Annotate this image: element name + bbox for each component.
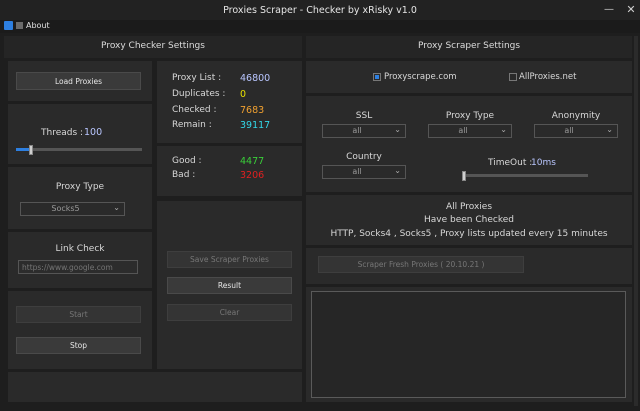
window-title: Proxies Scraper - Checker by xRisky v1.0 bbox=[223, 5, 417, 16]
checker-header-panel: Proxy Checker Settings bbox=[4, 36, 302, 58]
country-label: Country bbox=[346, 152, 382, 162]
timeout-label: TimeOut : bbox=[488, 158, 533, 168]
scraper-header-panel: Proxy Scraper Settings bbox=[306, 36, 632, 58]
scraper-proxy-type-select[interactable]: all ⌄ bbox=[428, 124, 512, 138]
proxy-type-select[interactable]: Socks5 ⌄ bbox=[20, 202, 125, 216]
good-value: 4477 bbox=[240, 156, 265, 167]
chevron-down-icon: ⌄ bbox=[500, 125, 507, 134]
scrape-section: Scraper Fresh Proxies ( 20.10.21 ) bbox=[306, 248, 632, 284]
proxy-type-label: Proxy Type bbox=[55, 182, 105, 192]
bad-value: 3206 bbox=[240, 170, 265, 181]
country-value: all bbox=[352, 167, 362, 176]
output-section bbox=[306, 287, 632, 402]
timeout-slider[interactable] bbox=[462, 174, 588, 177]
menu-about[interactable]: About bbox=[26, 21, 50, 30]
timeout-slider-thumb[interactable] bbox=[462, 171, 466, 181]
country-select[interactable]: all ⌄ bbox=[322, 165, 406, 179]
threads-slider[interactable] bbox=[16, 148, 142, 151]
save-scraper-proxies-button[interactable]: Save Scraper Proxies bbox=[167, 251, 292, 268]
close-icon[interactable]: ✕ bbox=[618, 0, 640, 20]
link-check-label: Link Check bbox=[55, 244, 105, 254]
checked-value: 7683 bbox=[240, 105, 265, 116]
proxy-list-label: Proxy List : bbox=[172, 73, 222, 83]
stop-button[interactable]: Stop bbox=[16, 337, 141, 354]
proxyscrape-checkbox[interactable] bbox=[373, 73, 381, 81]
proxy-type-value: Socks5 bbox=[51, 204, 80, 213]
filters-section: SSL all ⌄ Proxy Type all ⌄ Anonymity all… bbox=[306, 96, 632, 192]
about-icon[interactable] bbox=[16, 22, 23, 29]
info-section: All Proxies Have been Checked HTTP, Sock… bbox=[306, 195, 632, 245]
remain-value: 39117 bbox=[240, 120, 271, 131]
start-stop-section: Start Stop bbox=[8, 291, 152, 369]
threads-value: 100 bbox=[84, 127, 103, 138]
chevron-down-icon: ⌄ bbox=[606, 125, 613, 134]
link-check-section: Link Check bbox=[8, 232, 152, 288]
ssl-value: all bbox=[352, 126, 362, 135]
info-line-2: Have been Checked bbox=[424, 215, 514, 225]
start-button[interactable]: Start bbox=[16, 306, 141, 323]
proxy-type-section: Proxy Type Socks5 ⌄ bbox=[8, 167, 152, 229]
info-line-1: All Proxies bbox=[445, 202, 493, 212]
good-bad-section: Good : 4477 Bad : 3206 bbox=[157, 146, 302, 196]
threads-section: Threads : 100 bbox=[8, 104, 152, 164]
ssl-select[interactable]: all ⌄ bbox=[322, 124, 406, 138]
chevron-down-icon: ⌄ bbox=[394, 166, 401, 175]
duplicates-value: 0 bbox=[240, 89, 247, 100]
clear-button[interactable]: Clear bbox=[167, 304, 292, 321]
app-icon bbox=[4, 21, 13, 30]
menu-bar: About bbox=[0, 20, 640, 33]
anonymity-select[interactable]: all ⌄ bbox=[534, 124, 618, 138]
threads-label: Threads : bbox=[41, 128, 84, 138]
chevron-down-icon: ⌄ bbox=[113, 203, 120, 212]
actions-section: Save Scraper Proxies Result Clear bbox=[157, 201, 302, 369]
ssl-label: SSL bbox=[355, 111, 373, 121]
anonymity-label: Anonymity bbox=[551, 111, 601, 121]
remain-label: Remain : bbox=[172, 120, 212, 130]
title-bar: Proxies Scraper - Checker by xRisky v1.0… bbox=[0, 0, 640, 20]
allproxies-checkbox[interactable] bbox=[509, 73, 517, 81]
load-section: Load Proxies bbox=[8, 61, 152, 101]
threads-slider-thumb[interactable] bbox=[29, 145, 33, 155]
bad-label: Bad : bbox=[172, 170, 196, 180]
timeout-value: 10ms bbox=[531, 158, 556, 168]
output-textarea[interactable] bbox=[311, 291, 626, 398]
good-label: Good : bbox=[172, 156, 202, 166]
bottom-left-panel bbox=[8, 372, 302, 402]
allproxies-label[interactable]: AllProxies.net bbox=[519, 72, 576, 82]
scrape-fresh-proxies-button[interactable]: Scraper Fresh Proxies ( 20.10.21 ) bbox=[318, 256, 524, 273]
load-proxies-button[interactable]: Load Proxies bbox=[16, 72, 141, 90]
window-scrollbar[interactable] bbox=[634, 36, 638, 406]
info-line-3: HTTP, Socks4 , Socks5 , Proxy lists upda… bbox=[330, 229, 608, 239]
link-check-input[interactable] bbox=[18, 260, 138, 274]
chevron-down-icon: ⌄ bbox=[394, 125, 401, 134]
scraper-proxy-type-value: all bbox=[458, 126, 468, 135]
checked-label: Checked : bbox=[172, 105, 217, 115]
proxyscrape-label[interactable]: Proxyscrape.com bbox=[384, 72, 457, 82]
result-button[interactable]: Result bbox=[167, 277, 292, 294]
sources-section: Proxyscrape.com AllProxies.net bbox=[306, 61, 632, 93]
proxy-list-value: 46800 bbox=[240, 73, 271, 84]
stats-section: Proxy List : 46800 Duplicates : 0 Checke… bbox=[157, 61, 302, 143]
checker-header: Proxy Checker Settings bbox=[101, 41, 205, 51]
duplicates-label: Duplicates : bbox=[172, 89, 226, 99]
scraper-proxy-type-label: Proxy Type bbox=[445, 111, 495, 121]
anonymity-value: all bbox=[564, 126, 574, 135]
scraper-header: Proxy Scraper Settings bbox=[417, 41, 521, 51]
